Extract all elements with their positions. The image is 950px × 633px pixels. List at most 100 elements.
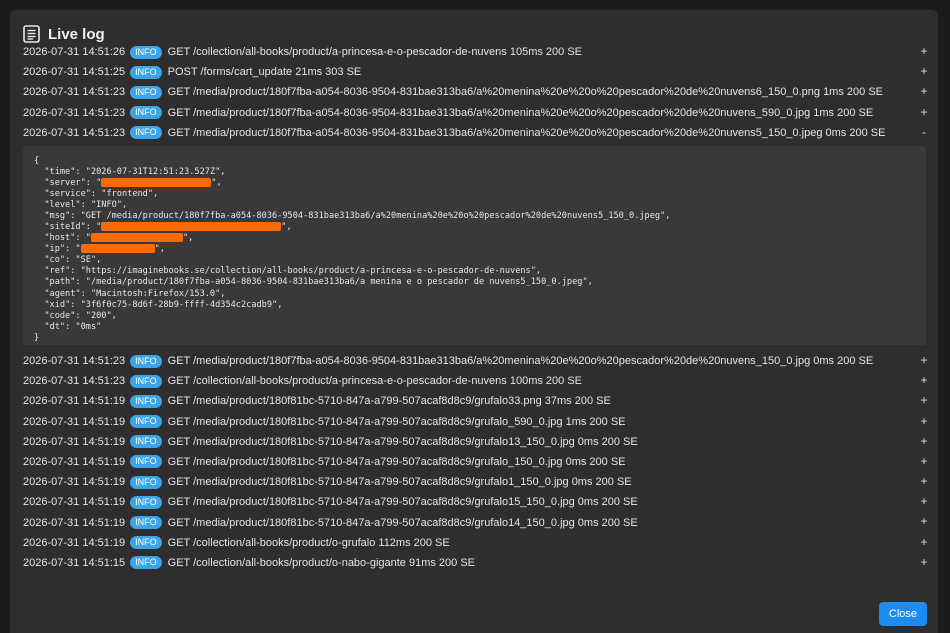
log-level-badge: INFO — [130, 65, 162, 79]
json-line: "msg": "GET /media/product/180f7fba-a054… — [34, 211, 671, 222]
log-timestamp: 2026-07-31 14:51:19 — [23, 496, 126, 509]
log-row[interactable]: 2026-07-31 14:51:23 INFO GET /media/produc… — [10, 82, 938, 102]
json-key: level — [49, 200, 76, 211]
json-line: "ref": "https://imaginebooks.se/collecti… — [34, 266, 542, 277]
log-level-badge: INFO — [130, 394, 162, 408]
log-detail-json: { "time": "2026-07-31T12:51:23.527Z", "s… — [23, 145, 926, 345]
log-message: GET /media/product/180f81bc-5710-847a-a7… — [167, 516, 638, 529]
log-row[interactable]: 2026-07-31 14:51:19 INFO GET /media/produc… — [10, 391, 938, 411]
log-timestamp: 2026-07-31 14:51:26 — [23, 46, 126, 59]
log-row[interactable]: 2026-07-31 14:51:25 INFO POST /forms/cart_… — [10, 62, 938, 82]
list-document-icon — [23, 25, 40, 43]
log-row[interactable]: 2026-07-31 14:51:19 INFO GET /media/produc… — [10, 492, 938, 512]
json-value: "https://imaginebooks.se/collection/all-… — [80, 266, 542, 277]
json-line: "level": "INFO", — [34, 200, 128, 211]
log-message: GET /media/product/180f7fba-a054-8036-95… — [167, 106, 874, 119]
log-level-badge: INFO — [130, 85, 162, 99]
log-message: GET /collection/all-books/product/a-prin… — [167, 375, 582, 388]
expand-toggle[interactable]: + — [918, 105, 930, 119]
expand-toggle[interactable]: + — [918, 535, 930, 549]
expand-toggle[interactable]: + — [918, 434, 930, 448]
log-timestamp: 2026-07-31 14:51:25 — [23, 66, 126, 79]
expand-toggle[interactable]: + — [918, 494, 930, 508]
expand-toggle[interactable]: + — [918, 474, 930, 488]
expand-toggle[interactable]: + — [918, 414, 930, 428]
json-key: siteId — [49, 222, 81, 233]
log-row[interactable]: 2026-07-31 14:51:19 INFO GET /media/produc… — [10, 412, 938, 432]
log-timestamp: 2026-07-31 14:51:19 — [23, 516, 126, 529]
json-value: "0ms" — [75, 321, 102, 332]
modal-title: Live log — [48, 25, 105, 43]
json-line: "co": "SE", — [34, 255, 102, 266]
log-entries-top: 2026-07-31 14:51:26 INFO GET /collection/a… — [10, 42, 938, 143]
json-line: "ip": " ", — [34, 244, 165, 255]
close-button[interactable]: Close — [878, 602, 927, 626]
log-message: GET /media/product/180f81bc-5710-847a-a7… — [167, 415, 626, 428]
log-row[interactable]: 2026-07-31 14:51:23 INFO GET /media/produc… — [10, 351, 938, 371]
log-timestamp: 2026-07-31 14:51:23 — [23, 355, 126, 368]
expand-toggle[interactable]: + — [918, 514, 930, 528]
log-row[interactable]: 2026-07-31 14:51:23 INFO GET /media/produc… — [10, 123, 938, 143]
json-line: "time": "2026-07-31T12:51:23.527Z", — [34, 166, 226, 177]
expand-toggle[interactable]: + — [918, 353, 930, 367]
log-message: GET /media/product/180f81bc-5710-847a-a7… — [167, 435, 638, 448]
json-key: time — [49, 166, 71, 177]
log-level-badge: INFO — [130, 495, 162, 509]
redaction-mark — [90, 233, 183, 243]
log-message: GET /media/product/180f7fba-a054-8036-95… — [167, 355, 874, 368]
json-value: "SE", — [75, 255, 102, 266]
log-level-badge: INFO — [130, 415, 162, 429]
log-row[interactable]: 2026-07-31 14:51:26 INFO GET /collection/a… — [10, 42, 938, 62]
log-row[interactable]: 2026-07-31 14:51:15 INFO GET /collection/a… — [10, 553, 938, 573]
json-line: "server": " ", — [34, 178, 222, 189]
expand-toggle[interactable]: + — [918, 373, 930, 387]
json-value: "GET /media/product/180f7fba-a054-8036-9… — [80, 211, 671, 222]
log-level-badge: INFO — [130, 354, 162, 368]
redaction-mark — [101, 222, 282, 232]
log-row[interactable]: 2026-07-31 14:51:19 INFO GET /media/produc… — [10, 432, 938, 452]
log-row[interactable]: 2026-07-31 14:51:19 INFO GET /media/produc… — [10, 452, 938, 472]
json-value: "Macintosh:Firefox/153.0", — [90, 288, 226, 299]
expand-toggle[interactable]: + — [918, 44, 930, 58]
json-key: host — [49, 233, 71, 244]
live-log-modal: Live log 2026-07-31 14:51:26 INFO GET /col… — [10, 10, 938, 633]
log-timestamp: 2026-07-31 14:51:23 — [23, 86, 126, 99]
expand-toggle[interactable]: + — [918, 454, 930, 468]
log-timestamp: 2026-07-31 14:51:19 — [23, 536, 126, 549]
log-message: GET /media/product/180f7fba-a054-8036-95… — [167, 86, 883, 99]
json-value: "2026-07-31T12:51:23.527Z", — [85, 166, 226, 177]
log-message: GET /media/product/180f81bc-5710-847a-a7… — [167, 455, 626, 468]
log-level-badge: INFO — [130, 455, 162, 469]
json-line: "dt": "0ms" — [34, 321, 102, 332]
log-level-badge: INFO — [130, 126, 162, 140]
json-line: "code": "200", — [34, 310, 117, 321]
json-key: code — [49, 310, 71, 321]
json-key: service — [49, 189, 86, 200]
json-line: "agent": "Macintosh:Firefox/153.0", — [34, 288, 226, 299]
json-brace: { — [34, 155, 40, 166]
json-line: "host": " ", — [34, 233, 194, 244]
log-level-badge: INFO — [130, 435, 162, 449]
log-timestamp: 2026-07-31 14:51:19 — [23, 435, 126, 448]
json-line: } — [34, 333, 916, 344]
log-level-badge: INFO — [130, 536, 162, 550]
log-timestamp: 2026-07-31 14:51:23 — [23, 126, 126, 139]
json-key: dt — [49, 321, 60, 332]
log-row[interactable]: 2026-07-31 14:51:23 INFO GET /collection/a… — [10, 371, 938, 391]
redaction-mark — [80, 244, 155, 254]
log-timestamp: 2026-07-31 14:51:19 — [23, 476, 126, 489]
log-row[interactable]: 2026-07-31 14:51:19 INFO GET /media/produc… — [10, 472, 938, 492]
json-line: "path": "/media/product/180f7fba-a054-80… — [34, 277, 593, 288]
log-row[interactable]: 2026-07-31 14:51:19 INFO GET /collection/a… — [10, 533, 938, 553]
log-row[interactable]: 2026-07-31 14:51:23 INFO GET /media/produc… — [10, 103, 938, 123]
log-message: GET /collection/all-books/product/o-gruf… — [167, 536, 450, 549]
json-line: "xid": "3f6f0c75-8d6f-28b9-ffff-4d354c2c… — [34, 299, 283, 310]
collapse-toggle[interactable]: - — [918, 125, 930, 139]
expand-toggle[interactable]: + — [918, 84, 930, 98]
log-level-badge: INFO — [130, 475, 162, 489]
log-level-badge: INFO — [130, 516, 162, 530]
expand-toggle[interactable]: + — [918, 64, 930, 78]
log-row[interactable]: 2026-07-31 14:51:19 INFO GET /media/produc… — [10, 512, 938, 532]
expand-toggle[interactable]: + — [918, 555, 930, 569]
expand-toggle[interactable]: + — [918, 393, 930, 407]
